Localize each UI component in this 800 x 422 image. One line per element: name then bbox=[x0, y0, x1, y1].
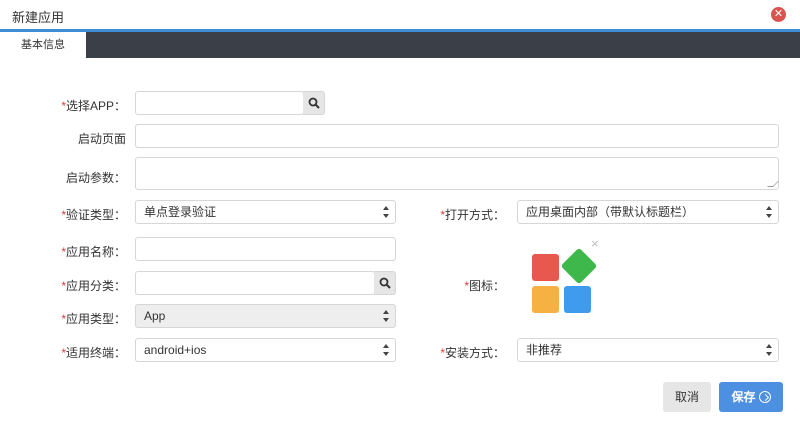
auth-type-value: 单点登录验证 bbox=[144, 205, 217, 219]
remove-x-icon[interactable]: × bbox=[591, 237, 599, 250]
search-icon bbox=[379, 277, 391, 289]
open-mode-value: 应用桌面内部（带默认标题栏） bbox=[526, 205, 695, 219]
app-type-label: *应用类型： bbox=[61, 312, 126, 326]
resize-grip-icon[interactable] bbox=[767, 181, 779, 187]
app-name-label: *应用名称： bbox=[61, 245, 126, 259]
start-params-label: 启动参数： bbox=[65, 171, 126, 185]
select-app-label: *选择APP： bbox=[61, 99, 126, 113]
tile-blue bbox=[564, 286, 591, 313]
tile-yellow bbox=[532, 286, 559, 313]
tile-red bbox=[532, 254, 559, 281]
open-mode-select[interactable]: 应用桌面内部（带默认标题栏） bbox=[517, 200, 779, 224]
install-mode-select[interactable]: 非推荐 bbox=[517, 338, 779, 362]
start-page-input[interactable] bbox=[135, 124, 779, 148]
app-icon-preview[interactable] bbox=[530, 240, 605, 315]
auth-type-select[interactable]: 单点登录验证 bbox=[135, 200, 396, 224]
select-arrows-icon bbox=[766, 206, 772, 218]
save-button-label: 保存 bbox=[731, 390, 756, 404]
install-mode-label: *安装方式： bbox=[440, 346, 505, 360]
icon-label: *图标： bbox=[464, 279, 505, 293]
tile-green bbox=[560, 247, 598, 285]
app-name-input[interactable] bbox=[135, 237, 396, 261]
save-button[interactable]: 保存 bbox=[719, 382, 783, 412]
select-arrows-icon bbox=[383, 310, 389, 322]
app-category-search-button[interactable] bbox=[374, 271, 396, 295]
dialog-titlebar: 新建应用 ✕ bbox=[0, 0, 800, 29]
start-page-label: 启动页面 bbox=[77, 132, 126, 146]
select-app-input[interactable] bbox=[135, 91, 304, 115]
terminal-select[interactable]: android+ios bbox=[135, 338, 396, 362]
tab-bar: 基本信息 bbox=[0, 32, 800, 58]
app-category-input[interactable] bbox=[135, 271, 375, 295]
auth-type-label: *验证类型： bbox=[61, 208, 126, 222]
select-arrows-icon bbox=[383, 206, 389, 218]
install-mode-value: 非推荐 bbox=[526, 343, 563, 357]
dialog-title: 新建应用 bbox=[12, 10, 65, 25]
terminal-label: *适用终端： bbox=[61, 346, 126, 360]
cancel-button[interactable]: 取消 bbox=[663, 382, 711, 412]
tab-basic-info[interactable]: 基本信息 bbox=[0, 32, 86, 58]
select-app-search-button[interactable] bbox=[303, 91, 325, 115]
open-mode-label: *打开方式： bbox=[440, 208, 505, 222]
search-icon bbox=[308, 97, 320, 109]
select-arrows-icon bbox=[383, 344, 389, 356]
arrow-circle-right-icon bbox=[758, 391, 771, 403]
terminal-value: android+ios bbox=[144, 343, 207, 357]
close-icon[interactable]: ✕ bbox=[771, 7, 786, 22]
app-type-value: App bbox=[144, 309, 166, 323]
app-type-select[interactable]: App bbox=[135, 304, 396, 328]
app-category-label: *应用分类： bbox=[61, 279, 126, 293]
select-arrows-icon bbox=[766, 344, 772, 356]
start-params-textarea[interactable] bbox=[135, 157, 779, 190]
